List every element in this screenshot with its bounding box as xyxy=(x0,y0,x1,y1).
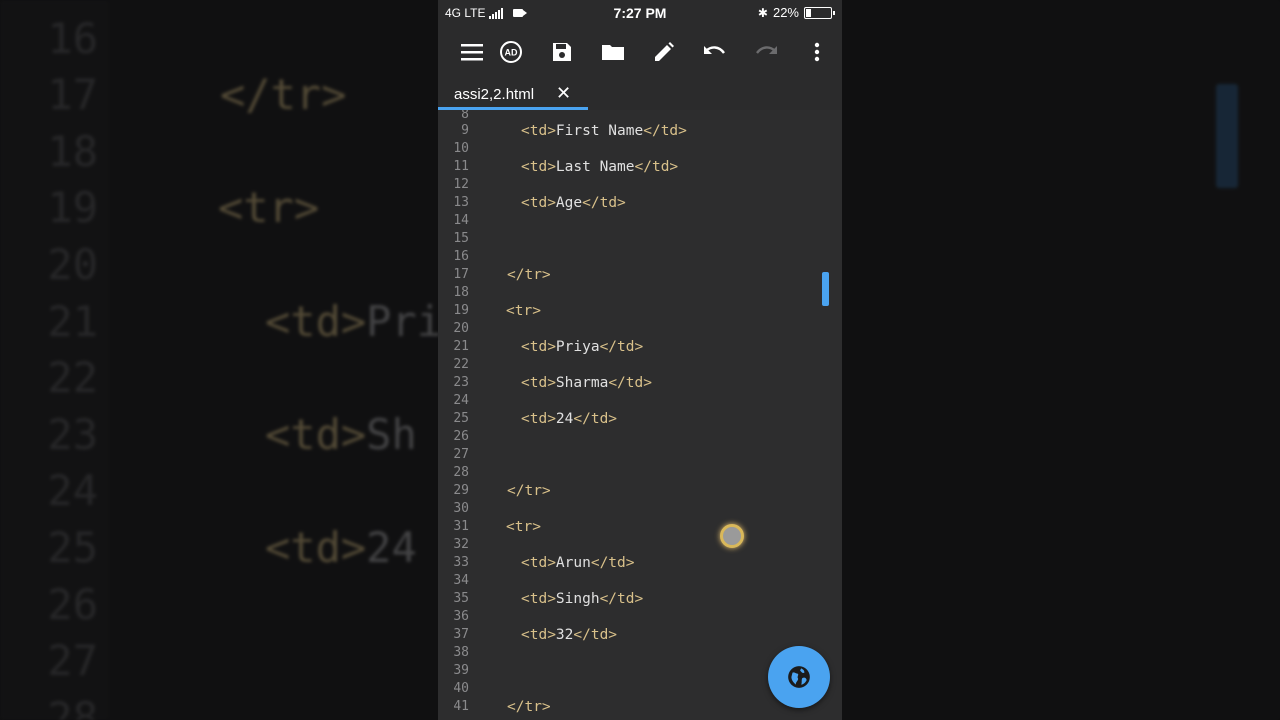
line-number: 31 xyxy=(453,519,469,534)
ad-icon[interactable]: AD xyxy=(497,38,525,66)
line-number: 13 xyxy=(453,195,469,210)
code-line: <td>24</td> xyxy=(521,411,618,427)
bg-code-tag: <td> xyxy=(265,410,367,459)
save-icon[interactable] xyxy=(548,38,576,66)
globe-icon xyxy=(788,666,810,688)
line-number: 41 xyxy=(453,699,469,714)
code-editor[interactable]: 8 9 10 11 12 13 14 15 16 17 18 19 20 21 … xyxy=(438,110,842,720)
line-number: 18 xyxy=(453,285,469,300)
toolbar: AD xyxy=(438,26,842,78)
bg-line-number: 18 xyxy=(47,127,98,176)
bg-line-number: 25 xyxy=(47,523,98,572)
line-number: 20 xyxy=(453,321,469,336)
line-number: 34 xyxy=(453,573,469,588)
menu-icon[interactable] xyxy=(458,38,486,66)
code-line: <td>32</td> xyxy=(521,627,618,643)
bg-line-number: 19 xyxy=(47,183,98,232)
code-line: <td>Age</td> xyxy=(521,195,626,211)
line-number-gutter: 8 9 10 11 12 13 14 15 16 17 18 19 20 21 … xyxy=(438,110,470,720)
code-line: </tr> xyxy=(507,483,551,499)
line-number: 23 xyxy=(453,375,469,390)
bg-line-number: 22 xyxy=(47,353,98,402)
bg-line-number: 26 xyxy=(47,580,98,629)
line-number: 40 xyxy=(453,681,469,696)
bg-line-number: 28 xyxy=(47,693,98,720)
line-number: 29 xyxy=(453,483,469,498)
line-number: 9 xyxy=(461,123,469,138)
line-number: 16 xyxy=(453,249,469,264)
screen: 16 17 </tr> 18 19 <tr> 20 21 <td>Pri 22 23 <… xyxy=(0,0,1280,720)
status-bar: 4G LTE 7:27 PM ✱ 22% xyxy=(438,0,842,26)
line-number: 39 xyxy=(453,663,469,678)
line-number: 37 xyxy=(453,627,469,642)
bluetooth-icon: ✱ xyxy=(757,5,768,20)
code-line: <td>Arun</td> xyxy=(521,555,635,571)
bg-line-number: 21 xyxy=(47,297,98,346)
code-line: <td>Priya</td> xyxy=(521,339,644,355)
code-line: <td>First Name</td> xyxy=(521,123,687,139)
code-line: </tr> xyxy=(507,699,551,715)
line-number: 14 xyxy=(453,213,469,228)
scrollbar-thumb[interactable] xyxy=(822,272,829,306)
undo-icon[interactable] xyxy=(701,38,729,66)
bg-code-tag: <td> xyxy=(265,523,367,572)
line-number: 36 xyxy=(453,609,469,624)
bg-code-text: 24 xyxy=(366,523,417,572)
line-number: 32 xyxy=(453,537,469,552)
folder-icon[interactable] xyxy=(599,38,627,66)
bg-line-number: 17 xyxy=(47,70,98,119)
code-line: <tr> xyxy=(506,519,541,535)
line-number: 12 xyxy=(453,177,469,192)
line-number: 15 xyxy=(453,231,469,246)
line-number: 30 xyxy=(453,501,469,516)
code-line: <td>Last Name</td> xyxy=(521,159,679,175)
line-number: 27 xyxy=(453,447,469,462)
line-number: 38 xyxy=(453,645,469,660)
tab-bar: assi2,2.html ✕ xyxy=(438,78,842,110)
line-number: 24 xyxy=(453,393,469,408)
bg-line-number: 23 xyxy=(47,410,98,459)
battery-icon xyxy=(804,6,835,19)
phone-screen: 4G LTE 7:27 PM ✱ 22% AD assi2,2.html ✕ 8… xyxy=(438,0,842,720)
edit-icon[interactable] xyxy=(650,38,678,66)
code-line: <td>Singh</td> xyxy=(521,591,644,607)
line-number: 33 xyxy=(453,555,469,570)
bg-code-text: Pri xyxy=(366,297,443,346)
line-number: 22 xyxy=(453,357,469,372)
line-number: 11 xyxy=(453,159,469,174)
svg-text:AD: AD xyxy=(505,48,518,58)
line-number: 28 xyxy=(453,465,469,480)
line-number: 10 xyxy=(453,141,469,156)
code-line: </tr> xyxy=(507,267,551,283)
bg-line-number: 16 xyxy=(47,14,98,63)
bg-code-text: Sh xyxy=(366,410,417,459)
line-number: 21 xyxy=(453,339,469,354)
code-line: <tr> xyxy=(506,303,541,319)
bg-scroll-indicator xyxy=(1216,84,1238,188)
tab-file-label: assi2,2.html xyxy=(454,86,535,103)
touch-indicator xyxy=(720,524,744,548)
bg-code-line: <tr> xyxy=(218,183,320,232)
more-vert-icon[interactable] xyxy=(803,38,831,66)
bg-code-line: </tr> xyxy=(220,70,347,119)
bg-code-tag: <td> xyxy=(265,297,367,346)
line-number: 25 xyxy=(453,411,469,426)
bg-line-number: 27 xyxy=(47,636,98,685)
bg-line-number: 20 xyxy=(47,240,98,289)
bg-line-number: 24 xyxy=(47,466,98,515)
line-number: 17 xyxy=(453,267,469,282)
tab-file[interactable]: assi2,2.html ✕ xyxy=(438,78,588,110)
code-line: <td>Sharma</td> xyxy=(521,375,652,391)
preview-button[interactable] xyxy=(768,646,830,708)
close-icon[interactable]: ✕ xyxy=(556,83,571,104)
redo-icon[interactable] xyxy=(752,38,780,66)
battery-percent: 22% xyxy=(772,5,799,20)
line-number: 26 xyxy=(453,429,469,444)
line-number: 19 xyxy=(453,303,469,318)
line-number: 35 xyxy=(453,591,469,606)
